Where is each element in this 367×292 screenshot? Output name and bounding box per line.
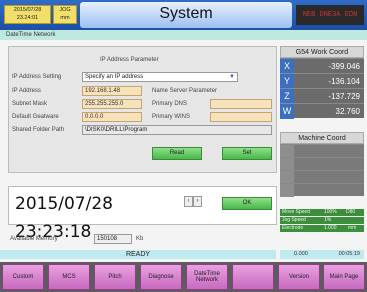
- gateway-label: Default Geatware: [12, 114, 59, 120]
- chevron-down-icon[interactable]: ▼: [229, 73, 235, 81]
- machine-coord-title: Machine Coord: [280, 132, 364, 144]
- electrode-row: Electrode 1.000 mm: [280, 225, 364, 232]
- subtitle-text: DateTime Network: [6, 32, 56, 38]
- primary-dns-label: Primary DNS: [152, 101, 188, 107]
- coord-row-y: Y -136.104: [280, 73, 364, 89]
- time-text: 23.24:01: [16, 15, 39, 21]
- fkey-custom[interactable]: Custom: [2, 264, 44, 290]
- fkey-pitch[interactable]: Pitch: [94, 264, 136, 290]
- date-text: 2015/07/28: [13, 7, 42, 13]
- clock-value-field[interactable]: 2015/07/28 23:23:18: [15, 190, 185, 242]
- ip-setting-select[interactable]: Specify an IP address ▼: [82, 72, 238, 82]
- electrode-label: Electrode: [282, 225, 304, 231]
- gateway-field[interactable]: 0.0.0.0: [82, 112, 142, 122]
- axis-value: -137.729: [328, 92, 360, 101]
- coord-row-x: X -399.046: [280, 58, 364, 74]
- electrode-val: 1.000: [324, 225, 337, 231]
- axis-label: [280, 184, 294, 197]
- shared-folder-field[interactable]: \DISK0\DRILL\Program: [82, 125, 272, 135]
- coord-row-w: W 32.760: [280, 103, 364, 119]
- ip-address-field[interactable]: 192.168.1.48: [82, 86, 142, 96]
- spin-right-icon[interactable]: ›: [193, 196, 202, 207]
- set-button[interactable]: Set: [222, 147, 272, 160]
- axis-label: W: [280, 104, 294, 119]
- shared-folder-label: Shared Folder Path: [12, 127, 65, 133]
- fkey-mcs[interactable]: MCS: [48, 264, 90, 290]
- status-right-value: 00:05:19: [338, 251, 360, 257]
- primary-wins-field[interactable]: [210, 112, 272, 122]
- jog-speed-row: Jog Speed 1%: [280, 217, 364, 224]
- spin-left-icon[interactable]: ‹: [184, 196, 193, 207]
- primary-wins-label: Primary WINS: [152, 114, 190, 120]
- jog-speed-pct: 1%: [324, 217, 332, 223]
- move-speed-val: D80: [346, 209, 356, 215]
- name-server-label: Name Server Parameter: [152, 88, 218, 94]
- datetime-display: 2015/07/28 23.24:01: [4, 5, 51, 24]
- move-speed-label: Move Speed: [282, 209, 311, 215]
- machine-row: [280, 170, 364, 184]
- coord-row-z: Z -137.729: [280, 88, 364, 104]
- axis-label: Y: [280, 74, 294, 89]
- read-button[interactable]: Read: [152, 147, 202, 160]
- fkey-diagnose[interactable]: Diagnose: [140, 264, 182, 290]
- move-speed-pct: 100%: [324, 209, 337, 215]
- unit-text: mm: [60, 15, 70, 21]
- move-speed-row: Move Speed 100% D80: [280, 209, 364, 216]
- memory-value: 150108: [94, 234, 132, 244]
- electrode-unit: mm: [348, 225, 357, 231]
- status-right: 0.000 00:05:19: [280, 250, 364, 259]
- machine-row: [280, 157, 364, 171]
- subnet-label: Subnet Mask: [12, 101, 48, 107]
- axis-label: X: [280, 59, 294, 74]
- status-ready: READY: [0, 250, 276, 259]
- alarm-display: NEB DNE3A EDN: [296, 5, 364, 25]
- ip-setting-label: IP Address Setting: [12, 74, 62, 80]
- subnet-field[interactable]: 255.255.255.0: [82, 99, 142, 109]
- axis-value: -399.046: [328, 62, 360, 71]
- page-title: System: [159, 5, 213, 22]
- ok-button[interactable]: OK: [222, 197, 272, 210]
- machine-row: [280, 183, 364, 197]
- axis-label: Z: [280, 89, 294, 104]
- axis-value: 32.760: [335, 107, 360, 116]
- mode-text: JOG: [59, 7, 71, 13]
- ip-address-label: IP Address: [12, 88, 41, 94]
- ip-setting-value: Specify an IP address: [85, 74, 144, 80]
- status-left-value: 0.000: [294, 251, 308, 257]
- fkey-version[interactable]: Version: [278, 264, 320, 290]
- subtitle-bar: DateTime Network: [0, 30, 367, 40]
- fkey-main-page[interactable]: Main Page: [323, 264, 365, 290]
- fkey-datetime-network[interactable]: DateTime Network: [186, 264, 228, 290]
- work-coord-title: G54 Work Coord: [280, 46, 364, 58]
- memory-unit: Kb: [136, 236, 144, 242]
- primary-dns-field[interactable]: [210, 99, 272, 109]
- machine-row: [280, 144, 364, 158]
- mode-display: JOG mm: [53, 5, 77, 24]
- fkey-empty[interactable]: [232, 264, 274, 290]
- memory-label: Available Memory: [10, 236, 58, 242]
- axis-value: -136.104: [328, 77, 360, 86]
- jog-speed-label: Jog Speed: [282, 217, 306, 223]
- ip-panel-title: IP Address Parameter: [100, 57, 159, 63]
